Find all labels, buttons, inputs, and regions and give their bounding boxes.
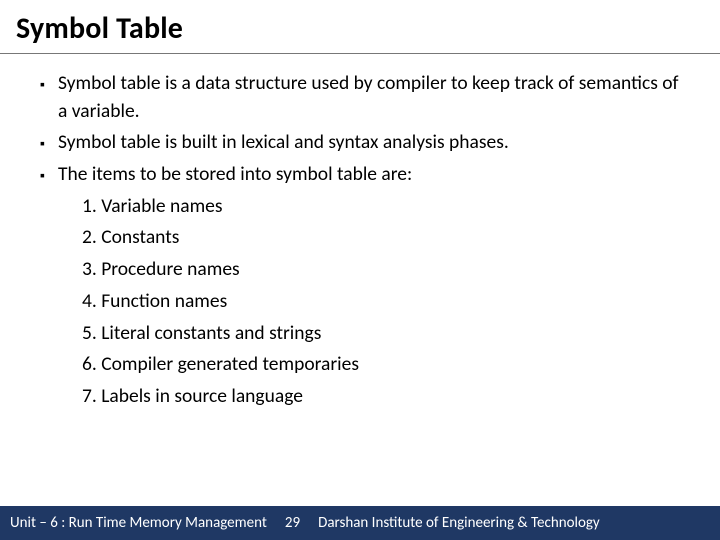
item-num: 3. xyxy=(82,257,101,281)
item-text: Compiler generated temporaries xyxy=(101,352,359,376)
item-text: Function names xyxy=(101,289,227,313)
item-num: 7. xyxy=(82,384,101,408)
item-num: 1. xyxy=(82,194,101,218)
list-item: 3. Procedure names xyxy=(82,256,692,284)
item-text: Procedure names xyxy=(101,257,239,281)
slide: Symbol Table ▪ Symbol table is a data st… xyxy=(0,0,720,540)
item-text: Labels in source language xyxy=(101,384,303,408)
footer-institute: Darshan Institute of Engineering & Techn… xyxy=(318,514,600,532)
footer-unit: Unit – 6 : Run Time Memory Management xyxy=(0,514,267,532)
bullet-marker-icon: ▪ xyxy=(40,161,58,186)
footer-page-number: 29 xyxy=(267,514,318,532)
bullet-text: Symbol table is built in lexical and syn… xyxy=(58,129,692,157)
item-num: 6. xyxy=(82,352,101,376)
list-item: 6. Compiler generated temporaries xyxy=(82,351,692,379)
bullet-text: The items to be stored into symbol table… xyxy=(58,161,692,189)
list-item: 5. Literal constants and strings xyxy=(82,320,692,348)
list-item: 2. Constants xyxy=(82,224,692,252)
bullet-marker-icon: ▪ xyxy=(40,129,58,154)
bullet-item: ▪ Symbol table is built in lexical and s… xyxy=(40,129,692,157)
item-num: 2. xyxy=(82,225,101,249)
item-num: 5. xyxy=(82,321,101,345)
bullet-marker-icon: ▪ xyxy=(40,70,58,95)
bullet-text: Symbol table is a data structure used by… xyxy=(58,70,692,125)
bullet-item: ▪ The items to be stored into symbol tab… xyxy=(40,161,692,189)
bullet-item: ▪ Symbol table is a data structure used … xyxy=(40,70,692,125)
footer-bar: Unit – 6 : Run Time Memory Management 29… xyxy=(0,506,720,540)
list-item: 1. Variable names xyxy=(82,193,692,221)
slide-content: ▪ Symbol table is a data structure used … xyxy=(0,54,720,411)
slide-title: Symbol Table xyxy=(0,0,720,54)
numbered-list: 1. Variable names 2. Constants 3. Proced… xyxy=(82,193,692,411)
item-text: Variable names xyxy=(101,194,222,218)
item-num: 4. xyxy=(82,289,101,313)
list-item: 7. Labels in source language xyxy=(82,383,692,411)
item-text: Literal constants and strings xyxy=(101,321,321,345)
item-text: Constants xyxy=(101,225,179,249)
list-item: 4. Function names xyxy=(82,288,692,316)
